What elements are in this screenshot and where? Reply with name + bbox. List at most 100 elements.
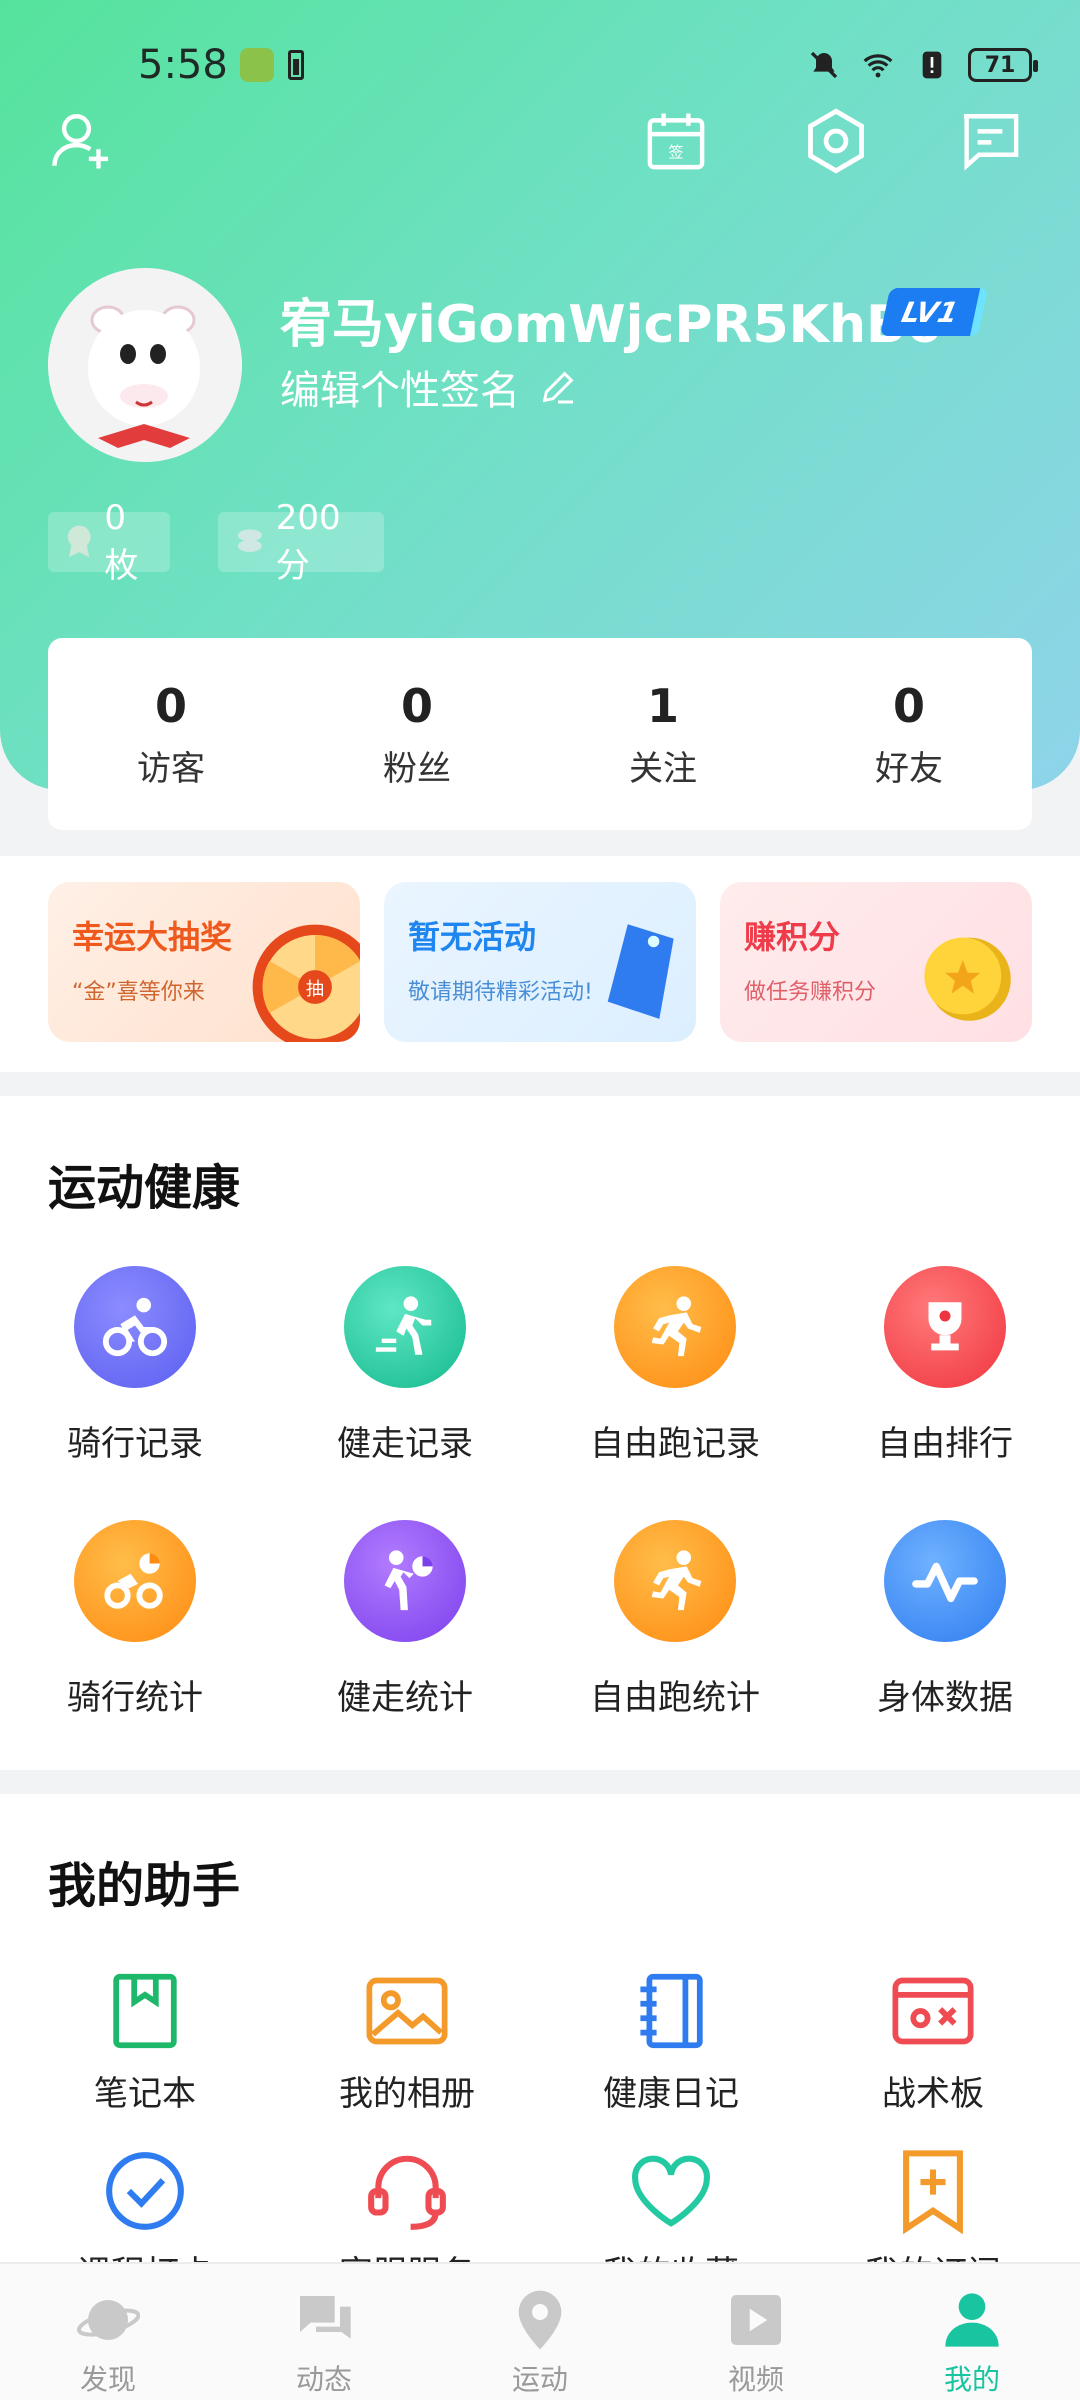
notebook[interactable]: 笔记本 xyxy=(14,1966,276,2115)
tag-icon xyxy=(607,924,674,1019)
username[interactable]: 宥马yiGomWjcPR5KhB6 xyxy=(280,282,942,357)
mute-icon xyxy=(810,51,838,79)
free-ranking[interactable]: 自由排行 xyxy=(810,1266,1080,1465)
stat-value: 0 xyxy=(154,678,187,733)
edit-signature[interactable]: 编辑个性签名 xyxy=(280,358,578,416)
stat-following[interactable]: 1 关注 xyxy=(540,638,786,830)
trophy-icon xyxy=(884,1266,1006,1388)
nav-label: 发现 xyxy=(79,2363,136,2396)
stat-value: 1 xyxy=(646,678,679,733)
section-title: 我的助手 xyxy=(48,1858,241,1914)
health-diary[interactable]: 健康日记 xyxy=(540,1966,802,2115)
sports-health-section: 运动健康 骑行记录 健走记录 自由跑记录 自由排行 骑行统计 健走统计 自由跑统… xyxy=(0,1096,1080,1770)
activity-card[interactable]: 暂无活动 敬请期待精彩活动! xyxy=(384,882,696,1042)
nav-mine[interactable]: 我的 xyxy=(864,2264,1080,2400)
walking-stats-icon xyxy=(344,1520,466,1642)
grid-label: 自由排行 xyxy=(877,1424,1013,1464)
promo-section: 幸运大抽奖 “金”喜等你来 抽 暂无活动 敬请期待精彩活动! 赚积分 做任务赚积… xyxy=(0,856,1080,1072)
level-badge: LV1 xyxy=(879,288,989,336)
social-stats-card: 0 访客 0 粉丝 1 关注 0 好友 xyxy=(48,638,1032,830)
battery-alert-icon xyxy=(287,50,304,80)
points-chip[interactable]: 200分 xyxy=(218,498,384,586)
body-data[interactable]: 身体数据 xyxy=(810,1520,1080,1719)
nav-label: 我的 xyxy=(943,2363,1000,2396)
headset-icon xyxy=(362,2146,452,2236)
nav-discover[interactable]: 发现 xyxy=(0,2264,216,2400)
running-stats[interactable]: 自由跑统计 xyxy=(540,1520,810,1719)
play-icon xyxy=(724,2288,788,2352)
tactics-board[interactable]: 战术板 xyxy=(802,1966,1064,2115)
pencil-icon xyxy=(542,371,574,404)
grid-label: 骑行统计 xyxy=(67,1678,203,1718)
grid-label: 骑行记录 xyxy=(67,1424,203,1464)
grid-label: 健走统计 xyxy=(337,1678,473,1718)
nav-video[interactable]: 视频 xyxy=(648,2264,864,2400)
running-stats-icon xyxy=(614,1520,736,1642)
pulse-icon xyxy=(884,1520,1006,1642)
points-count: 200分 xyxy=(275,497,341,586)
tactics-board-icon xyxy=(888,1966,978,2056)
signature-text: 编辑个性签名 xyxy=(280,368,520,414)
cycling-stats-icon xyxy=(74,1520,196,1642)
battery-level: 71 xyxy=(984,52,1016,78)
tool-label: 笔记本 xyxy=(94,2074,196,2114)
bookmark-plus-icon xyxy=(888,2146,978,2236)
cycling-record[interactable]: 骑行记录 xyxy=(0,1266,270,1465)
planet-icon xyxy=(76,2288,140,2352)
level-text: LV1 xyxy=(898,295,962,329)
tool-label: 健康日记 xyxy=(603,2074,739,2114)
checkin-icon-text: 签 xyxy=(668,144,683,162)
stat-value: 0 xyxy=(892,678,925,733)
bottom-navigation: 发现 动态 运动 视频 我的 xyxy=(0,2262,1080,2400)
album-icon xyxy=(362,1966,452,2056)
stat-label: 好友 xyxy=(875,748,943,789)
hippo-mascot-icon xyxy=(48,268,242,462)
app-notification-icon xyxy=(239,48,274,82)
walking-icon xyxy=(344,1266,466,1388)
my-album[interactable]: 我的相册 xyxy=(276,1966,538,2115)
wifi-icon xyxy=(863,54,893,78)
section-title: 运动健康 xyxy=(48,1160,241,1216)
nav-sport[interactable]: 运动 xyxy=(432,2264,648,2400)
avatar[interactable] xyxy=(48,268,242,462)
stat-label: 访客 xyxy=(137,748,205,789)
tool-label: 我的相册 xyxy=(339,2074,475,2114)
walking-record[interactable]: 健走记录 xyxy=(270,1266,540,1465)
nav-feed[interactable]: 动态 xyxy=(216,2264,432,2400)
notebook-icon xyxy=(100,1966,190,2056)
gold-coin-icon xyxy=(924,937,1011,1021)
settings-hex-icon[interactable] xyxy=(800,105,872,177)
stat-label: 关注 xyxy=(629,748,697,789)
diary-icon xyxy=(626,1966,716,2056)
stat-visitors[interactable]: 0 访客 xyxy=(48,638,294,830)
stat-fans[interactable]: 0 粉丝 xyxy=(294,638,540,830)
earn-points-card[interactable]: 赚积分 做任务赚积分 xyxy=(720,882,1032,1042)
heart-icon xyxy=(626,2146,716,2236)
wheel-text: 抽 xyxy=(306,979,324,1000)
status-time: 5:58 xyxy=(138,42,228,88)
medals-count: 0枚 xyxy=(104,497,139,586)
grid-label: 身体数据 xyxy=(877,1678,1013,1718)
nav-label: 动态 xyxy=(295,2363,352,2396)
coins-icon xyxy=(237,529,262,552)
grid-label: 自由跑记录 xyxy=(590,1424,760,1464)
person-icon xyxy=(940,2288,1004,2352)
running-record[interactable]: 自由跑记录 xyxy=(540,1266,810,1465)
location-pin-icon xyxy=(508,2288,572,2352)
lottery-card[interactable]: 幸运大抽奖 “金”喜等你来 抽 xyxy=(48,882,360,1042)
stat-friends[interactable]: 0 好友 xyxy=(786,638,1032,830)
cycling-stats[interactable]: 骑行统计 xyxy=(0,1520,270,1719)
message-icon[interactable] xyxy=(954,105,1026,177)
medals-chip[interactable]: 0枚 xyxy=(48,498,170,586)
chat-bubbles-icon xyxy=(292,2288,356,2352)
add-friend-icon[interactable] xyxy=(46,105,118,177)
grid-label: 健走记录 xyxy=(337,1424,473,1464)
alert-icon xyxy=(922,51,942,79)
battery-indicator: 71 xyxy=(968,48,1038,82)
checkin-calendar-icon[interactable]: 签 xyxy=(640,105,712,177)
nav-label: 运动 xyxy=(511,2363,568,2396)
assistant-section: 我的助手 笔记本 我的相册 健康日记 战术板 课程打卡 客服服务 xyxy=(0,1794,1080,2294)
walking-stats[interactable]: 健走统计 xyxy=(270,1520,540,1719)
check-circle-icon xyxy=(100,2146,190,2236)
cycling-icon xyxy=(74,1266,196,1388)
